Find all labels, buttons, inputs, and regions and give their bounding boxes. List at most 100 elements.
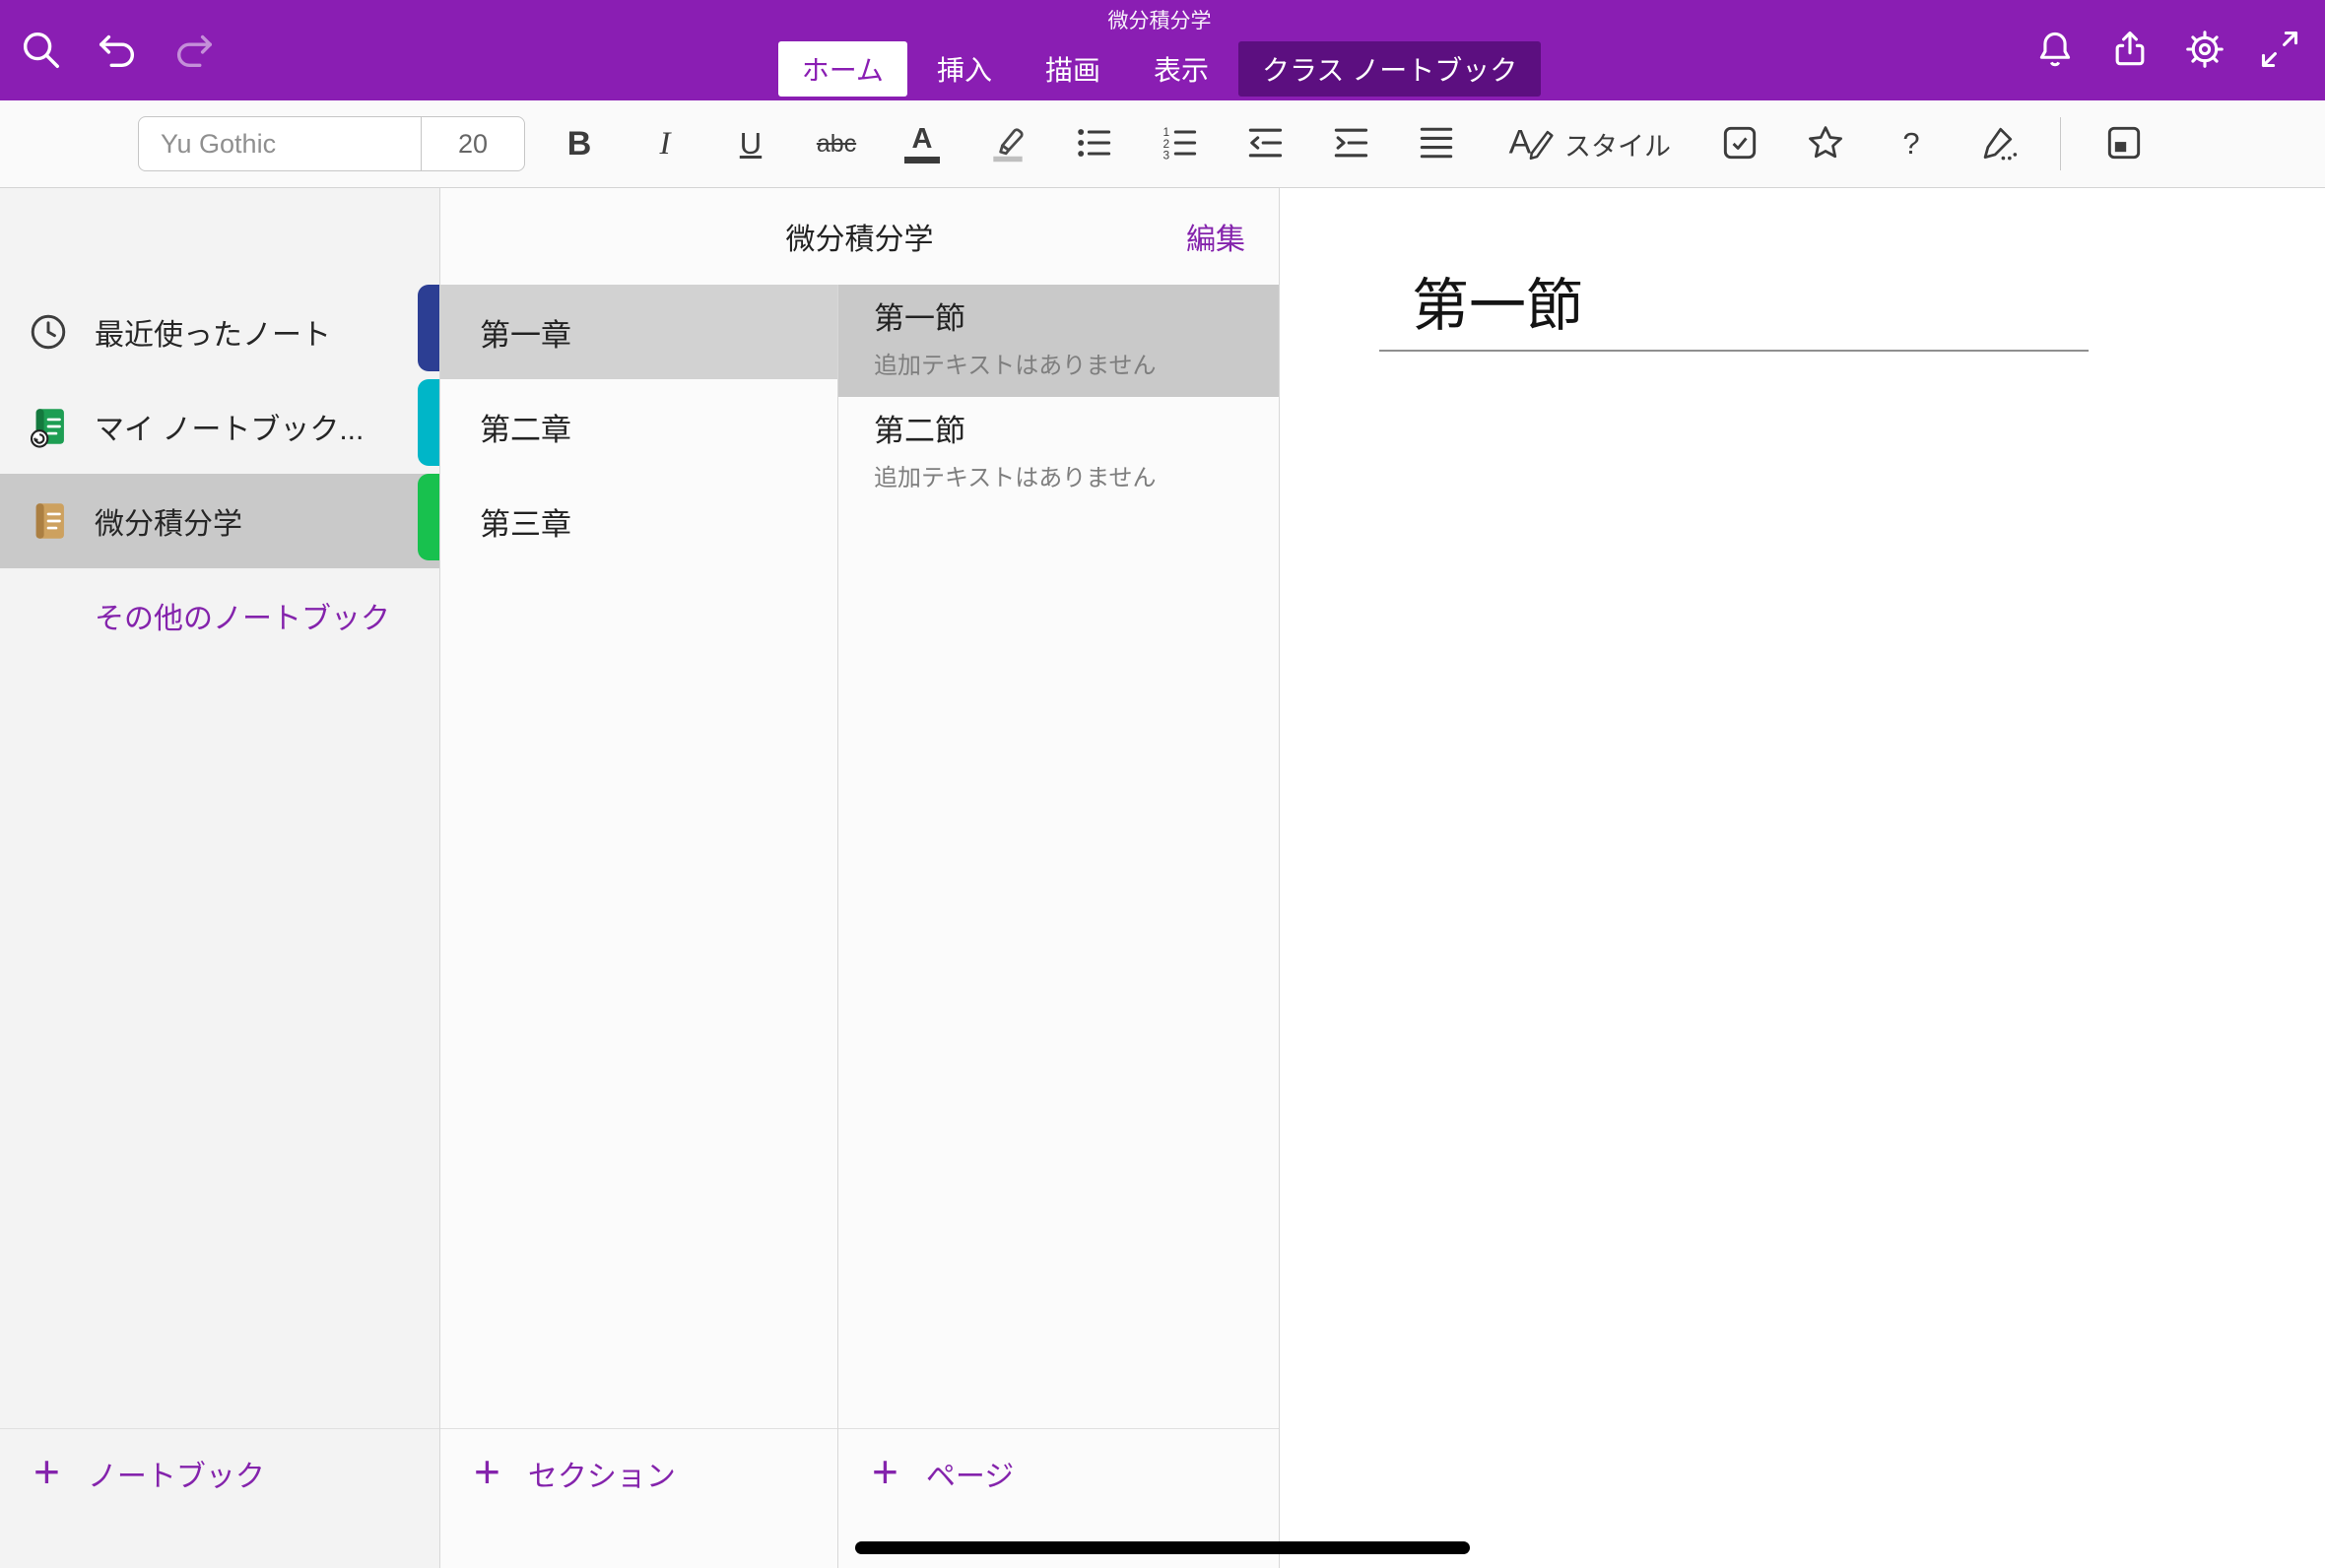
sidebar-footer: + ノートブック (0, 1428, 439, 1568)
page-item-title: 第一節 (874, 300, 1279, 338)
toolbar-separator (2060, 117, 2061, 170)
highlighter-button[interactable] (985, 114, 1030, 173)
bell-icon (2033, 28, 2077, 74)
plus-icon: + (33, 1449, 60, 1494)
notebook-green-sync-icon (26, 404, 71, 449)
sidebar-item-label: 微分積分学 (95, 499, 242, 543)
document-title: 微分積分学 (1108, 5, 1212, 34)
onenote-app: 微分積分学 ホーム 挿入 描画 表示 クラス ノートブック (0, 0, 2325, 1568)
undo-button[interactable] (95, 27, 140, 75)
sidebar-item-recent-notes[interactable]: 最近使ったノート (0, 285, 439, 379)
fullscreen-button[interactable] (2258, 28, 2301, 74)
page-title-underline (1379, 350, 2089, 352)
notebook-color-tab-teal[interactable] (418, 379, 439, 466)
strikethrough-button[interactable]: abc (814, 114, 859, 173)
italic-button[interactable]: I (642, 114, 688, 173)
notebook-header-title: 微分積分学 (786, 215, 934, 258)
indent-button[interactable] (1328, 114, 1373, 173)
page-item-subtitle: 追加テキストはありません (874, 346, 1279, 380)
page-item-section1[interactable]: 第一節 追加テキストはありません (838, 285, 1279, 397)
tab-home[interactable]: ホーム (778, 41, 907, 97)
font-color-icon: A (912, 125, 933, 154)
align-button[interactable] (1414, 114, 1459, 173)
lasso-select-icon (1975, 121, 2019, 167)
sections-pages-columns: 第一章 第二章 第三章 + セクション 第一節 追加テキストはありません (440, 285, 1279, 1568)
outdent-icon (1243, 121, 1287, 167)
topbar-right-actions (1976, 0, 2325, 100)
home-indicator[interactable] (855, 1541, 1470, 1554)
main-area: 最近使ったノート マイ ノートブック... 微分積分学 その他のノートブック (0, 188, 2325, 1568)
redo-icon (171, 27, 217, 75)
pages-list: 第一節 追加テキストはありません 第二節 追加テキストはありません + ページ (838, 285, 1279, 1568)
tab-class-notebook[interactable]: クラス ノートブック (1238, 41, 1541, 97)
sections-list: 第一章 第二章 第三章 + セクション (440, 285, 838, 1568)
underline-icon: U (740, 126, 762, 162)
notebook-list: 最近使ったノート マイ ノートブック... 微分積分学 その他のノートブック (0, 188, 439, 663)
section-item-chapter1[interactable]: 第一章 (440, 285, 837, 379)
page-title[interactable]: 第一節 (1412, 259, 1583, 342)
underline-button[interactable]: U (728, 114, 773, 173)
search-button[interactable] (18, 27, 63, 75)
numbered-list-button[interactable]: 123 (1157, 114, 1202, 173)
formatting-toolbar: Yu Gothic 20 B I U abc A 123 (0, 100, 2325, 188)
todo-tag-button[interactable] (1717, 114, 1762, 173)
side-note-button[interactable] (2101, 114, 2147, 173)
add-notebook-button[interactable]: + ノートブック (0, 1451, 265, 1496)
page-item-title: 第二節 (874, 413, 1279, 450)
font-color-swatch (904, 157, 940, 163)
bullet-list-icon (1072, 121, 1115, 167)
gear-icon (2183, 28, 2226, 74)
question-tag-button[interactable]: ? (1889, 114, 1934, 173)
add-section-button[interactable]: + セクション (440, 1451, 676, 1496)
tab-draw[interactable]: 描画 (1022, 41, 1124, 97)
tab-view[interactable]: 表示 (1130, 41, 1232, 97)
page-canvas[interactable]: 第一節 (1280, 188, 2325, 1568)
edit-button[interactable]: 編集 (1180, 188, 1251, 285)
notebook-header: 微分積分学 編集 (440, 188, 1279, 285)
expand-arrows-icon (2258, 28, 2301, 74)
bullet-list-button[interactable] (1071, 114, 1116, 173)
bold-button[interactable]: B (557, 114, 602, 173)
lasso-select-button[interactable] (1974, 114, 2020, 173)
sidebar-item-label: マイ ノートブック... (95, 405, 364, 448)
tab-insert[interactable]: 挿入 (913, 41, 1016, 97)
top-app-bar: 微分積分学 ホーム 挿入 描画 表示 クラス ノートブック (0, 0, 2325, 100)
font-color-button[interactable]: A (899, 114, 945, 173)
sidebar-item-calculus-notebook[interactable]: 微分積分学 (0, 474, 439, 568)
styles-button[interactable]: A スタイル (1499, 118, 1677, 170)
add-page-button[interactable]: + ページ (838, 1451, 1014, 1496)
star-icon (1804, 121, 1847, 167)
add-notebook-label: ノートブック (88, 1452, 265, 1495)
topbar-center: 微分積分学 ホーム 挿入 描画 表示 クラス ノートブック (343, 0, 1976, 100)
redo-button[interactable] (171, 27, 217, 75)
page-item-section2[interactable]: 第二節 追加テキストはありません (838, 397, 1279, 509)
side-note-icon (2102, 121, 2146, 167)
add-page-label: ページ (926, 1452, 1014, 1495)
clock-icon (26, 309, 71, 355)
italic-icon: I (660, 126, 671, 163)
outdent-button[interactable] (1242, 114, 1288, 173)
sidebar-item-my-notebooks[interactable]: マイ ノートブック... (0, 379, 439, 474)
highlighter-icon (986, 121, 1030, 167)
section-item-chapter2[interactable]: 第二章 (440, 379, 837, 474)
topbar-left-actions (0, 0, 343, 100)
font-name-select[interactable]: Yu Gothic (139, 129, 421, 160)
notebook-color-tab-green[interactable] (418, 474, 439, 560)
font-size-select[interactable]: 20 (422, 129, 524, 160)
notebook-color-tab-blue[interactable] (418, 285, 439, 371)
notifications-button[interactable] (2033, 28, 2077, 74)
ribbon-tabs: ホーム 挿入 描画 表示 クラス ノートブック (778, 41, 1541, 97)
indent-icon (1329, 121, 1372, 167)
styles-brush-icon: A (1505, 119, 1555, 169)
settings-button[interactable] (2183, 28, 2226, 74)
share-button[interactable] (2108, 28, 2152, 74)
more-notebooks-link[interactable]: その他のノートブック (0, 568, 439, 663)
sidebar-item-label: 最近使ったノート (95, 310, 331, 354)
question-mark-icon: ? (1902, 126, 1919, 162)
search-icon (18, 27, 63, 75)
section-item-chapter3[interactable]: 第三章 (440, 474, 837, 568)
plus-icon: + (872, 1449, 898, 1494)
sections-pages-panel: 微分積分学 編集 第一章 第二章 第三章 + セクション (440, 188, 1280, 1568)
add-section-label: セクション (528, 1452, 676, 1495)
important-tag-button[interactable] (1803, 114, 1848, 173)
